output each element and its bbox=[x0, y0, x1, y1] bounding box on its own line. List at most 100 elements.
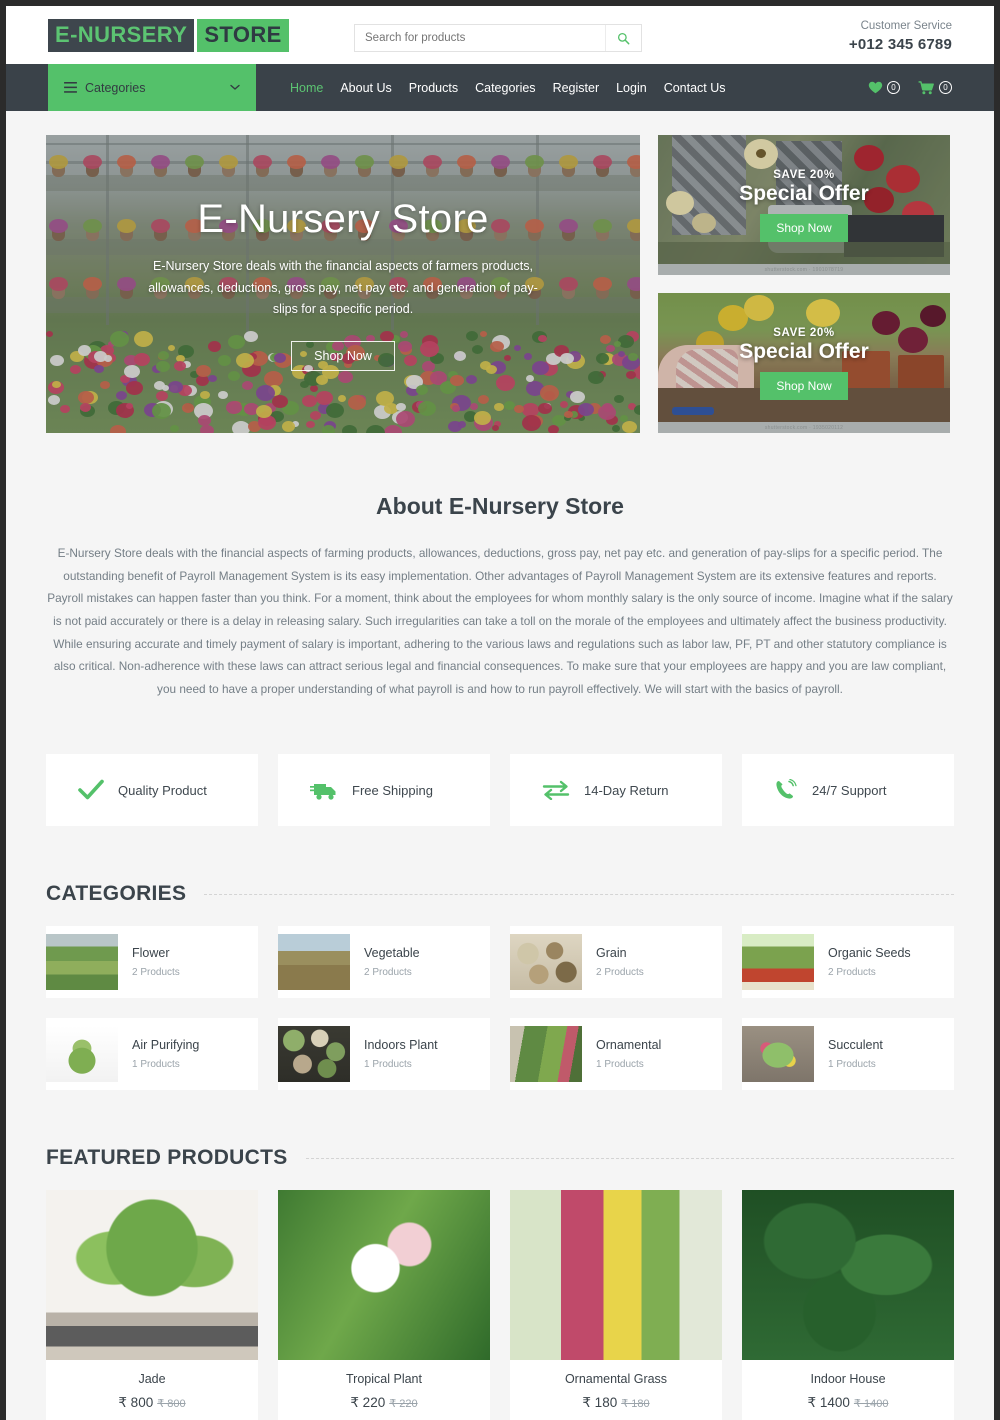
hero-banner[interactable]: E-Nursery Store E-Nursery Store deals wi… bbox=[46, 135, 640, 433]
promo-content-1: SAVE 20% Special Offer Shop Now bbox=[658, 135, 950, 275]
truck-icon bbox=[310, 780, 338, 801]
service-label-support: 24/7 Support bbox=[812, 782, 887, 798]
nav-link-products[interactable]: Products bbox=[409, 81, 458, 95]
category-card[interactable]: Air Purifying 1 Products bbox=[46, 1018, 258, 1091]
product-price: ₹ 180 bbox=[582, 1395, 618, 1411]
wishlist-button[interactable]: 0 bbox=[868, 81, 900, 94]
service-label-quality-product: Quality Product bbox=[118, 782, 207, 798]
category-thumbnail bbox=[278, 1026, 350, 1083]
promo-banners: SAVE 20% Special Offer Shop Now shutters… bbox=[658, 135, 950, 433]
nav-link-home[interactable]: Home bbox=[290, 81, 323, 95]
chevron-down-icon bbox=[230, 84, 240, 90]
featured-products-section: FEATURED PRODUCTS Jade₹ 800₹ 800View Det… bbox=[0, 1090, 1000, 1420]
featured-section-header: FEATURED PRODUCTS bbox=[46, 1146, 954, 1170]
product-card[interactable]: Indoor House₹ 1400₹ 1400View Details bbox=[742, 1190, 954, 1420]
product-image bbox=[742, 1190, 954, 1361]
cart-count-badge: 0 bbox=[939, 81, 952, 94]
category-thumbnail bbox=[742, 1026, 814, 1083]
promo-shop-now-button-2[interactable]: Shop Now bbox=[760, 371, 848, 400]
category-card[interactable]: Organic Seeds 2 Products bbox=[742, 926, 954, 999]
promo-save-label-2: SAVE 20% bbox=[773, 326, 835, 339]
product-card[interactable]: Ornamental Grass₹ 180₹ 180View Details bbox=[510, 1190, 722, 1420]
promo-save-label-1: SAVE 20% bbox=[773, 168, 835, 181]
category-name: Grain bbox=[596, 946, 627, 961]
service-label-free-shipping: Free Shipping bbox=[352, 782, 433, 798]
promo-shop-now-button-1[interactable]: Shop Now bbox=[760, 213, 848, 242]
product-old-price: ₹ 1400 bbox=[853, 1398, 889, 1411]
categories-grid: Flower 2 Products Vegetable 2 Products Grain… bbox=[46, 926, 954, 1091]
cart-button[interactable]: 0 bbox=[918, 80, 952, 95]
search-bar[interactable] bbox=[354, 24, 642, 52]
category-product-count: 1 Products bbox=[596, 1059, 644, 1071]
exchange-arrows-icon bbox=[542, 780, 570, 801]
category-name: Indoors Plant bbox=[364, 1038, 438, 1053]
nav-action-icons: 0 0 bbox=[868, 64, 952, 111]
nav-link-register[interactable]: Register bbox=[553, 81, 600, 95]
search-button[interactable] bbox=[605, 25, 641, 51]
category-product-count: 1 Products bbox=[364, 1059, 412, 1071]
service-card-quality-product[interactable]: Quality Product bbox=[46, 754, 258, 827]
hero-content: E-Nursery Store E-Nursery Store deals wi… bbox=[46, 135, 640, 433]
category-thumbnail bbox=[46, 1026, 118, 1083]
category-name: Vegetable bbox=[364, 946, 420, 961]
product-price: ₹ 1400 bbox=[807, 1395, 850, 1411]
product-price: ₹ 220 bbox=[350, 1395, 386, 1411]
promo-banner-1[interactable]: SAVE 20% Special Offer Shop Now shutters… bbox=[658, 135, 950, 275]
product-old-price: ₹ 800 bbox=[157, 1398, 186, 1411]
service-card-return[interactable]: 14-Day Return bbox=[510, 754, 722, 827]
about-body: E-Nursery Store deals with the financial… bbox=[47, 546, 953, 696]
product-name: Tropical Plant bbox=[346, 1372, 422, 1387]
category-card[interactable]: Indoors Plant 1 Products bbox=[278, 1018, 490, 1091]
category-name: Succulent bbox=[828, 1038, 883, 1053]
nav-link-login[interactable]: Login bbox=[616, 81, 647, 95]
service-label-return: 14-Day Return bbox=[584, 782, 669, 798]
category-name: Air Purifying bbox=[132, 1038, 200, 1053]
product-old-price: ₹ 180 bbox=[621, 1398, 650, 1411]
product-card[interactable]: Tropical Plant₹ 220₹ 220View Details bbox=[278, 1190, 490, 1420]
category-product-count: 2 Products bbox=[596, 967, 644, 979]
product-name: Indoor House bbox=[810, 1372, 886, 1387]
categories-heading: CATEGORIES bbox=[46, 882, 187, 906]
product-image bbox=[46, 1190, 258, 1361]
featured-heading: FEATURED PRODUCTS bbox=[46, 1146, 288, 1170]
categories-section-header: CATEGORIES bbox=[46, 882, 954, 906]
site-header: E-NURSERYSTORE Customer Service +012 345… bbox=[0, 6, 1000, 64]
featured-divider bbox=[305, 1157, 954, 1159]
site-logo[interactable]: E-NURSERY STORE bbox=[48, 18, 289, 52]
nav-link-categories[interactable]: Categories bbox=[475, 81, 535, 95]
categories-dropdown-button[interactable]: Categories bbox=[48, 64, 256, 111]
phone-icon bbox=[774, 779, 798, 801]
hero-title: E-Nursery Store bbox=[197, 196, 489, 241]
product-price: ₹ 800 bbox=[118, 1395, 154, 1411]
promo-watermark-2: shutterstock.com · 1935020112 bbox=[658, 422, 950, 433]
logo-part-two: STORE bbox=[197, 18, 289, 52]
category-card[interactable]: Succulent 1 Products bbox=[742, 1018, 954, 1091]
category-card[interactable]: Vegetable 2 Products bbox=[278, 926, 490, 999]
category-product-count: 2 Products bbox=[364, 967, 412, 979]
page-root: E-NURSERYSTORE Customer Service +012 345… bbox=[0, 0, 1000, 1420]
category-card[interactable]: Grain 2 Products bbox=[510, 926, 722, 999]
category-card[interactable]: Flower 2 Products bbox=[46, 926, 258, 999]
product-image bbox=[510, 1190, 722, 1361]
product-price-row: ₹ 180 ₹ 180 bbox=[510, 1395, 722, 1411]
category-product-count: 1 Products bbox=[828, 1059, 876, 1071]
category-card[interactable]: Ornamental 1 Products bbox=[510, 1018, 722, 1091]
promo-content-2: SAVE 20% Special Offer Shop Now bbox=[658, 293, 950, 433]
hamburger-icon bbox=[64, 82, 77, 93]
nav-link-contact-us[interactable]: Contact Us bbox=[664, 81, 726, 95]
nav-link-about-us[interactable]: About Us bbox=[340, 81, 391, 95]
hero-shop-now-button[interactable]: Shop Now bbox=[291, 341, 395, 372]
search-input[interactable] bbox=[355, 25, 605, 51]
main-navbar: Categories Home About Us Products Catego… bbox=[0, 64, 1000, 111]
service-card-free-shipping[interactable]: Free Shipping bbox=[278, 754, 490, 827]
about-heading: About E-Nursery Store bbox=[376, 493, 624, 519]
about-section: About E-Nursery Store E-Nursery Store de… bbox=[0, 433, 1000, 700]
check-icon bbox=[78, 779, 104, 801]
product-card[interactable]: Jade₹ 800₹ 800View Details bbox=[46, 1190, 258, 1420]
promo-banner-2[interactable]: SAVE 20% Special Offer Shop Now shutters… bbox=[658, 293, 950, 433]
customer-service-phone[interactable]: +012 345 6789 bbox=[849, 35, 952, 55]
category-product-count: 2 Products bbox=[828, 967, 876, 979]
category-product-count: 1 Products bbox=[132, 1059, 180, 1071]
service-card-support[interactable]: 24/7 Support bbox=[742, 754, 954, 827]
category-thumbnail bbox=[510, 1026, 582, 1083]
